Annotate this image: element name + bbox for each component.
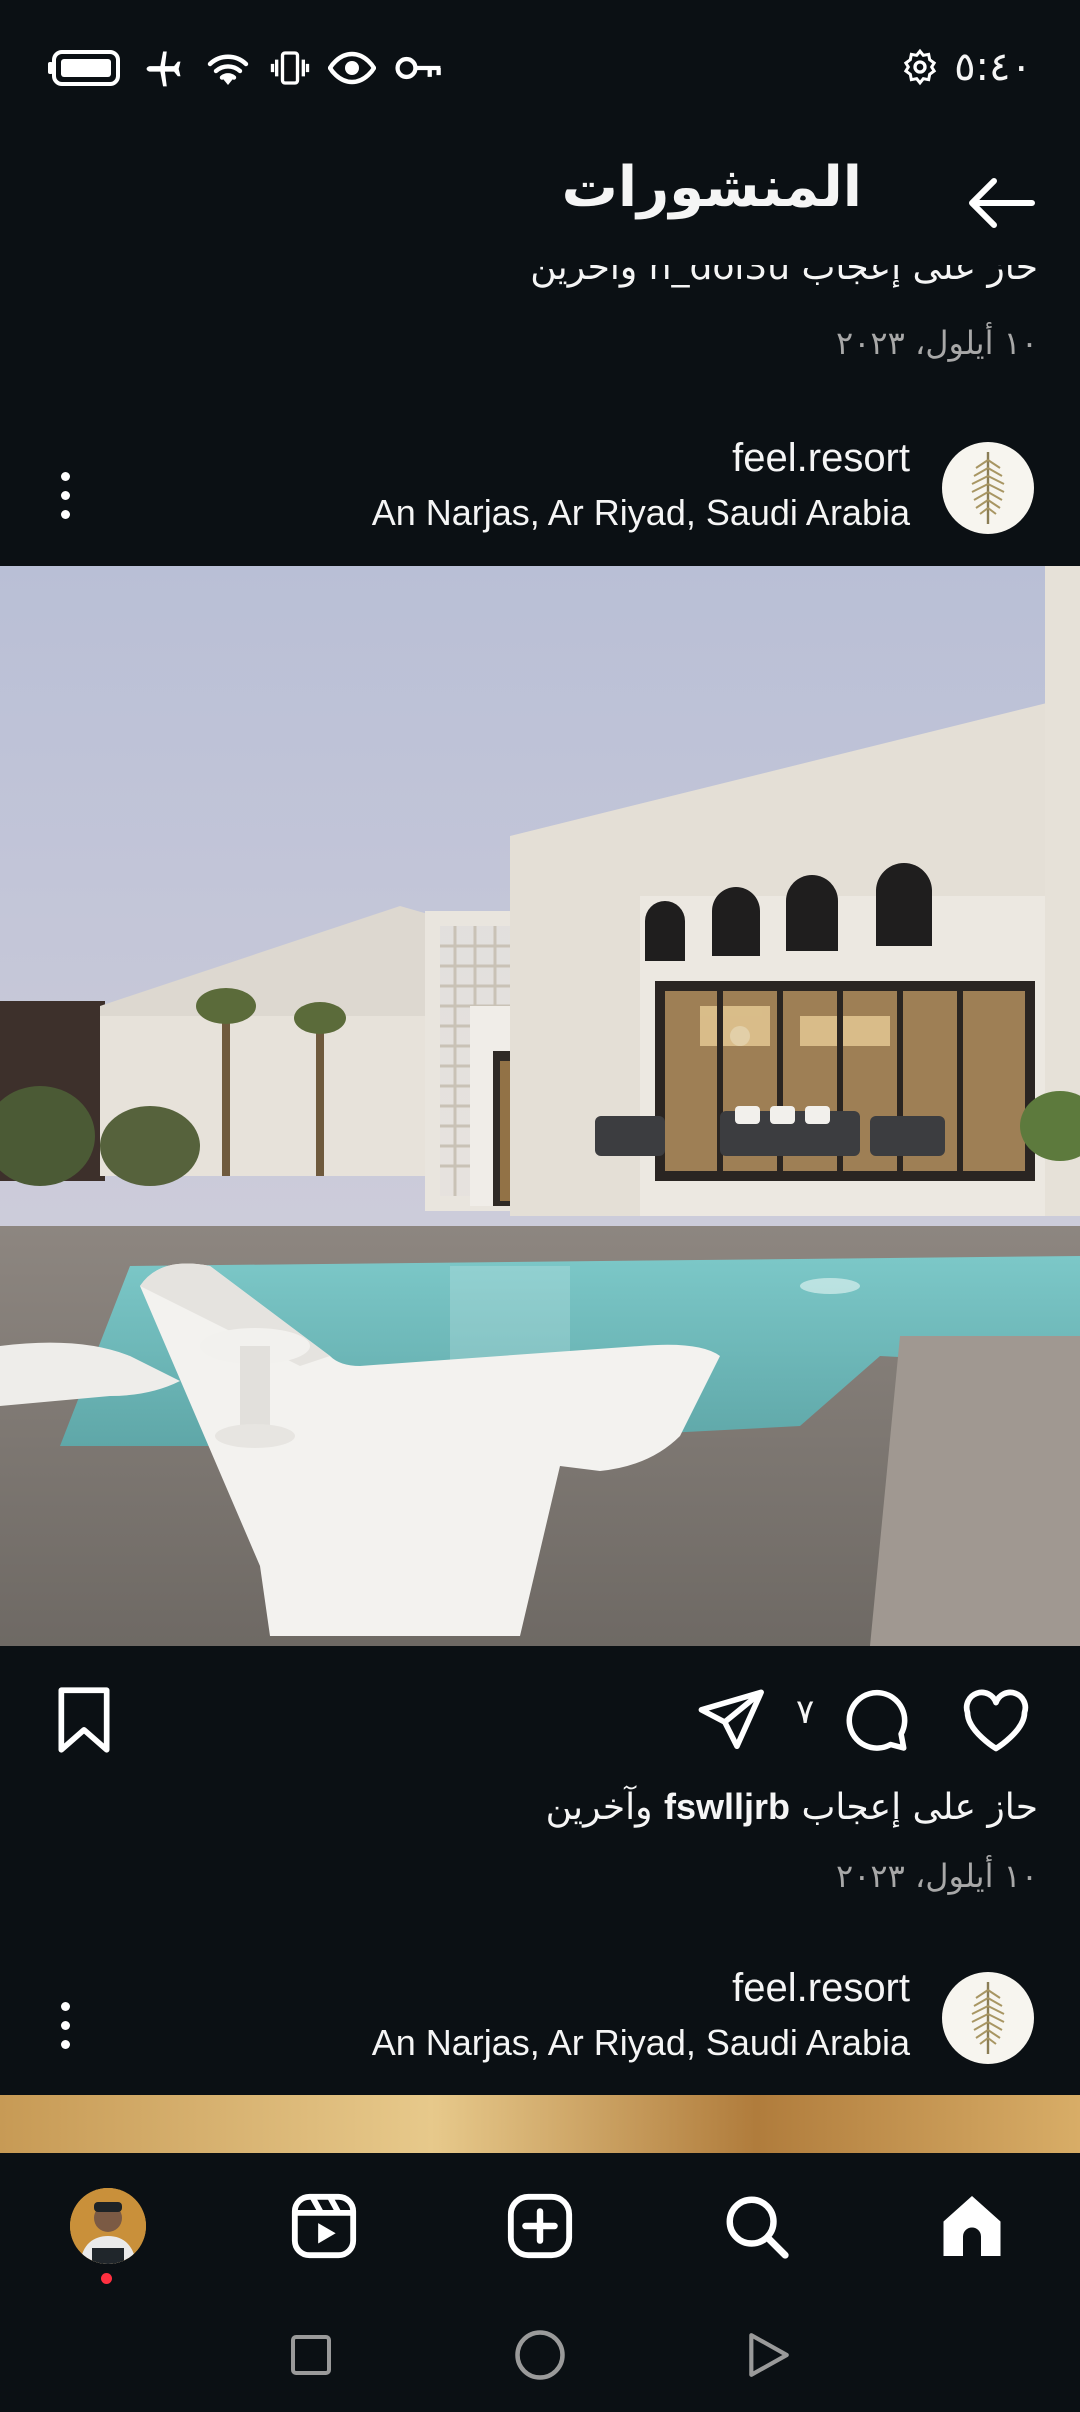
- airplane-icon: [146, 51, 181, 87]
- comment-count[interactable]: ٧: [796, 1692, 814, 1732]
- post-location[interactable]: An Narjas, Ar Riyad, Saudi Arabia: [372, 492, 910, 534]
- post-username[interactable]: feel.resort: [732, 436, 910, 481]
- status-time: ٥:٤٠: [954, 44, 1032, 90]
- send-icon: [698, 1689, 764, 1750]
- more-dot-icon: [60, 2020, 70, 2030]
- palm-leaf-logo-icon: [971, 1982, 1005, 2054]
- next-post-header: feel.resort An Narjas, Ar Riyad, Saudi A…: [0, 1966, 1080, 2092]
- page-title: المنشورات: [561, 155, 862, 220]
- nav-home[interactable]: [927, 2181, 1017, 2271]
- next-post-photo[interactable]: [0, 2095, 1080, 2153]
- post-photo[interactable]: [0, 566, 1080, 1646]
- comment-icon: [846, 1689, 908, 1751]
- likes-user[interactable]: fswlljrb: [664, 1786, 790, 1827]
- likes-prefix: حاز على إعجاب: [801, 1787, 1038, 1828]
- likes-suffix: وآخرين: [545, 1787, 653, 1828]
- status-icons-right: ٥:٤٠: [900, 44, 1032, 90]
- profile-avatar: [70, 2188, 146, 2264]
- more-dot-icon: [60, 2001, 70, 2011]
- resort-pool-illustration: [0, 566, 1080, 1646]
- previous-post-likes-clip: حاز على إعجاب n_doi3u وآخرين: [0, 265, 1080, 311]
- reels-icon: [291, 2193, 357, 2259]
- comment-button[interactable]: [834, 1678, 918, 1762]
- status-icons-left: [48, 46, 444, 90]
- settings-gear-icon: [903, 48, 937, 86]
- back-system-button[interactable]: [735, 2322, 801, 2388]
- post-likes[interactable]: حاز على إعجاب fswlljrb وآخرين: [546, 1786, 1038, 1828]
- more-dot-icon: [60, 490, 70, 500]
- previous-post-date: ١٠ أيلول، ٢٠٢٣: [836, 324, 1038, 362]
- heart-icon: [963, 1689, 1029, 1752]
- save-button[interactable]: [42, 1678, 126, 1762]
- nav-search[interactable]: [711, 2181, 801, 2271]
- back-triangle-icon: [749, 2333, 789, 2377]
- nav-reels[interactable]: [279, 2181, 369, 2271]
- more-dot-icon: [60, 509, 70, 519]
- battery-icon: [48, 50, 120, 86]
- recents-square-icon: [291, 2335, 331, 2375]
- system-nav-bar: [0, 2298, 1080, 2412]
- more-dot-icon: [60, 2039, 70, 2049]
- search-icon: [726, 2196, 789, 2259]
- nav-create[interactable]: [495, 2181, 585, 2271]
- post-header: feel.resort An Narjas, Ar Riyad, Saudi A…: [0, 436, 1080, 562]
- share-button[interactable]: [690, 1678, 774, 1762]
- home-system-button[interactable]: [507, 2322, 573, 2388]
- key-icon: [395, 56, 441, 80]
- post-date: ١٠ أيلول، ٢٠٢٣: [836, 1857, 1038, 1895]
- create-icon: [507, 2193, 573, 2259]
- next-post-username[interactable]: feel.resort: [732, 1966, 910, 2011]
- more-options-button[interactable]: [40, 460, 90, 530]
- post-avatar[interactable]: [942, 442, 1034, 534]
- arrow-left-icon: [969, 178, 1035, 228]
- recents-button[interactable]: [278, 2322, 344, 2388]
- bookmark-icon: [58, 1687, 110, 1753]
- vibrate-icon: [270, 51, 310, 85]
- home-icon: [943, 2196, 1001, 2256]
- like-button[interactable]: [954, 1678, 1038, 1762]
- home-circle-icon: [515, 2330, 565, 2380]
- next-post-location[interactable]: An Narjas, Ar Riyad, Saudi Arabia: [372, 2022, 910, 2064]
- more-dot-icon: [60, 471, 70, 481]
- next-more-options-button[interactable]: [40, 1990, 90, 2060]
- eye-icon: [328, 51, 376, 85]
- palm-leaf-logo-icon: [971, 452, 1005, 524]
- wifi-icon: [207, 54, 249, 85]
- nav-profile[interactable]: [63, 2181, 153, 2271]
- status-bar: ٥:٤٠: [0, 0, 1080, 135]
- notification-dot: [101, 2273, 112, 2284]
- bottom-nav: [0, 2153, 1080, 2298]
- page-header: المنشورات: [0, 135, 1080, 265]
- post-action-bar: ٧: [0, 1670, 1080, 1770]
- next-post-avatar[interactable]: [942, 1972, 1034, 2064]
- back-button[interactable]: [956, 159, 1044, 247]
- previous-post-likes[interactable]: حاز على إعجاب n_doi3u وآخرين: [530, 265, 1038, 288]
